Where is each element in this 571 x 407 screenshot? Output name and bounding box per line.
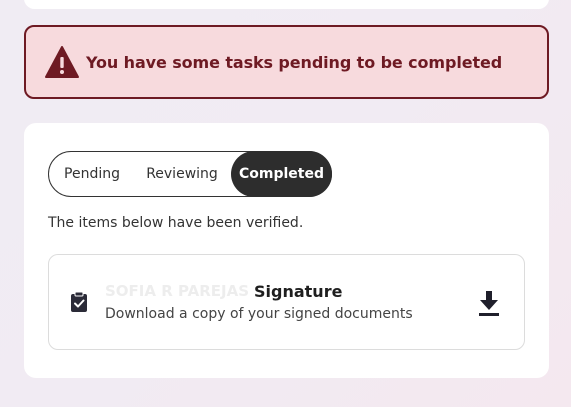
document-subtitle: Download a copy of your signed documents: [105, 306, 413, 322]
signature-document-card: SOFIA R PAREJAS Signature Download a cop…: [48, 254, 525, 350]
warning-triangle-icon: [45, 46, 79, 78]
tab-pending[interactable]: Pending: [49, 152, 133, 196]
pending-tasks-alert: You have some tasks pending to be comple…: [24, 25, 549, 99]
download-icon[interactable]: [476, 289, 502, 317]
tab-completed[interactable]: Completed: [231, 151, 332, 197]
document-title: Signature: [254, 282, 343, 301]
alert-message: You have some tasks pending to be comple…: [86, 52, 503, 72]
tab-reviewing[interactable]: Reviewing: [133, 152, 231, 196]
top-card: [24, 0, 549, 9]
clipboard-check-icon: [71, 291, 87, 312]
signer-name: SOFIA R PAREJAS: [105, 282, 250, 300]
verified-message: The items below have been verified.: [48, 215, 304, 231]
tasks-panel: Pending Reviewing Completed The items be…: [24, 123, 549, 378]
status-tabs: Pending Reviewing Completed: [48, 151, 332, 197]
